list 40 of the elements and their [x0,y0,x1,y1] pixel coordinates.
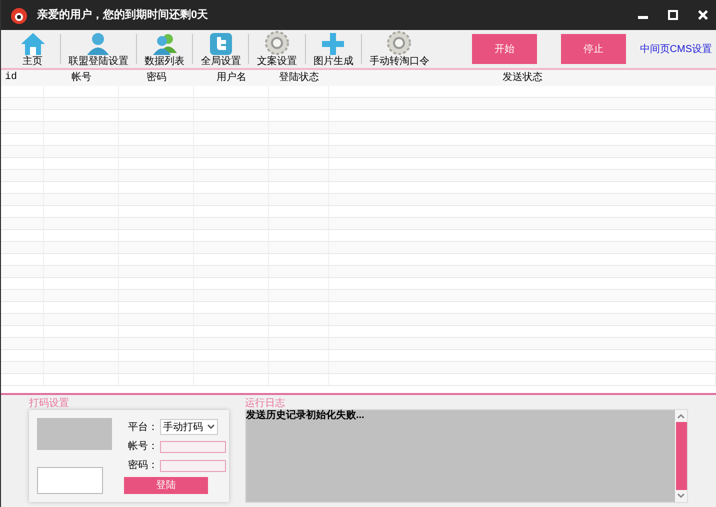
account-input[interactable] [160,440,226,452]
column-header: id [4,70,18,85]
stop-button[interactable]: 停止 [560,34,626,64]
toolbar-button[interactable]: 联盟登陆设置 [60,30,136,68]
cms-settings-link[interactable]: 中间页CMS设置 [640,42,712,56]
scrollbar-thumb[interactable] [676,422,686,490]
plus-icon [321,32,346,56]
maximize-icon[interactable] [668,10,678,20]
home-icon [20,32,46,56]
toolbar-button[interactable]: 图片生成 [306,30,361,68]
gear-icon [264,30,290,56]
start-button[interactable]: 开始 [472,34,537,64]
toolbar-button[interactable]: 手动转淘口令 [362,30,437,68]
gear-icon [386,30,412,56]
close-icon[interactable] [698,10,708,20]
window-title: 亲爱的用户，您的到期时间还剩0天 [37,8,208,23]
caret-icon [207,424,215,430]
platform-select[interactable]: 手动打码 [160,419,218,435]
toolbar-button[interactable]: 全局设置 [193,30,248,68]
app-logo-icon [9,5,29,25]
column-header: 用户名 [216,70,248,85]
user-icon [85,32,112,56]
password-label: 密码： [128,458,158,473]
account-label: 帐号： [128,440,158,454]
login-button[interactable]: 登陆 [124,477,208,494]
log-text: 发送历史记录初始化失败... [246,410,366,423]
password-input[interactable] [160,460,226,472]
column-header: 帐号 [70,70,92,85]
toolbar-button[interactable]: 主页 [5,30,60,68]
platform-label: 平台： [128,420,158,434]
column-header: 发送状态 [502,70,544,85]
toolbar-button[interactable]: 数据列表 [136,30,192,68]
captcha-input[interactable] [37,467,103,494]
column-header: 密码 [146,70,168,85]
section-title: 运行日志 [245,399,286,409]
column-header: 登陆状态 [278,70,320,85]
section-title: 打码设置 [29,399,70,409]
users-icon [152,32,178,56]
toolbar-button[interactable]: 文案设置 [249,30,305,68]
bird-icon [208,32,233,56]
